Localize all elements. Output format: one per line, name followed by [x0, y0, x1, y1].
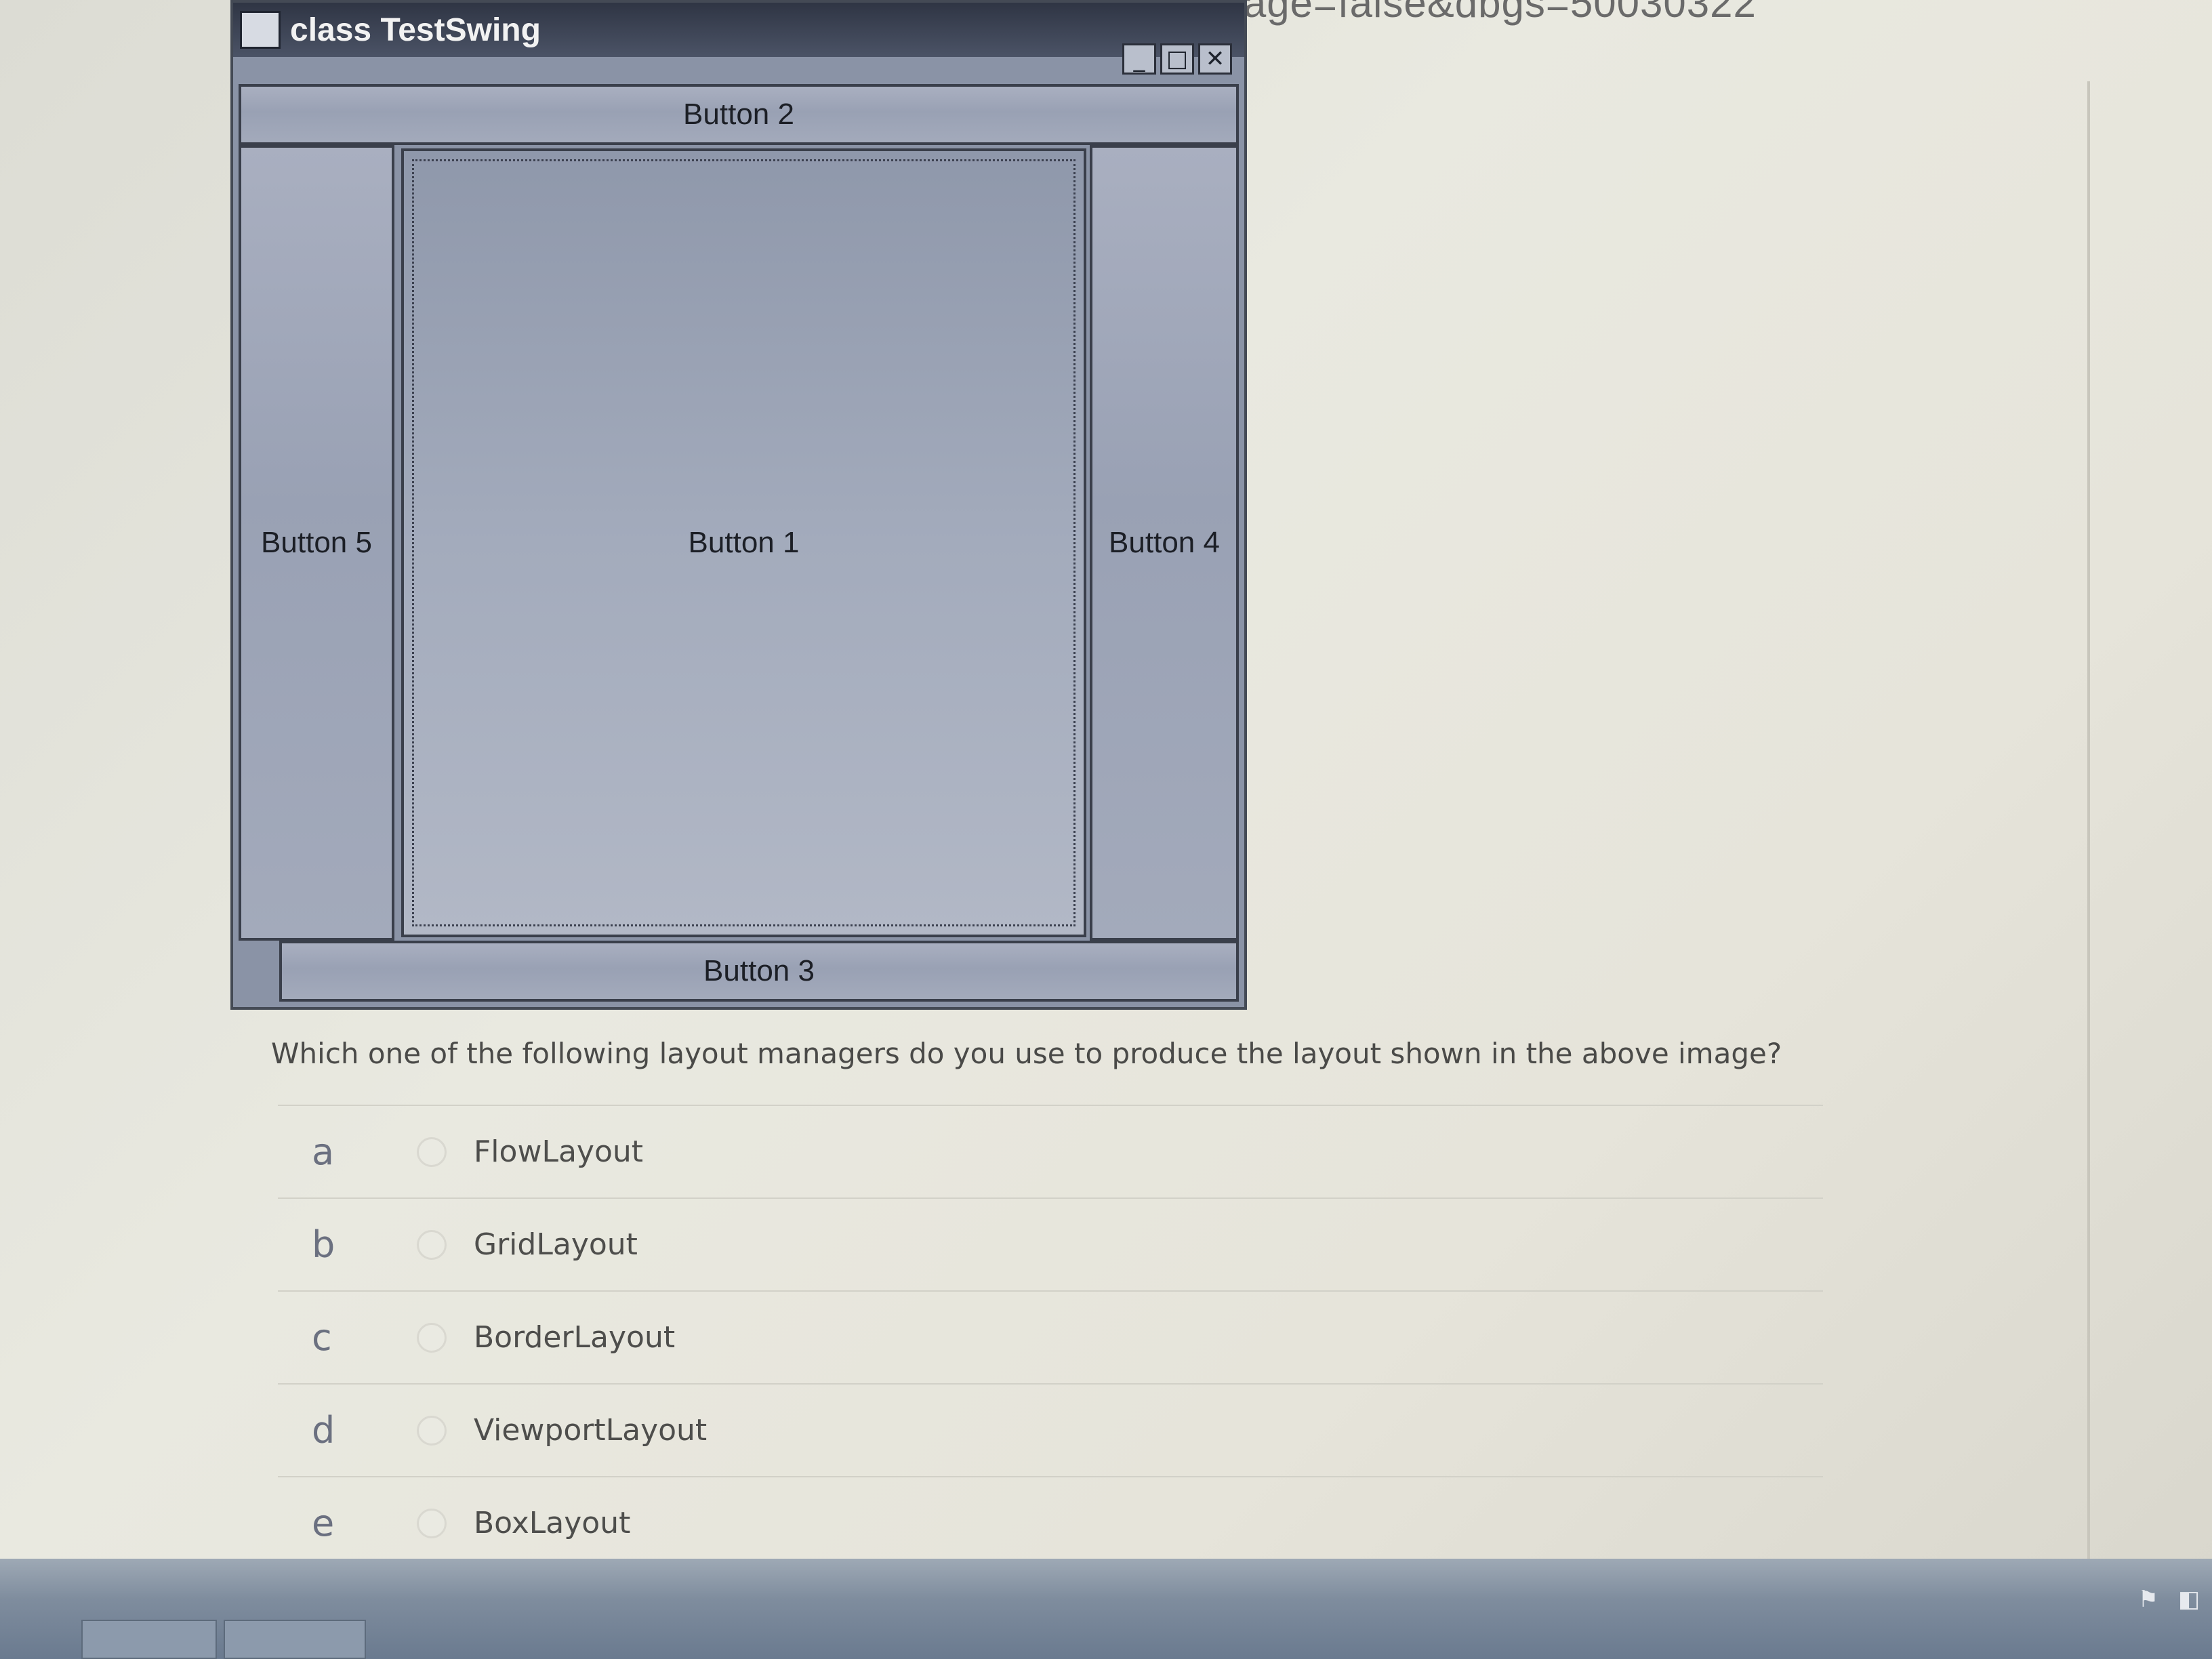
java-coffee-icon	[240, 11, 281, 49]
answer-options: a FlowLayout b GridLayout c BorderLayout…	[278, 1105, 1823, 1569]
close-button[interactable]: ✕	[1198, 43, 1232, 75]
content-pane: Button 2 Button 5 Button 1 Button 4 Butt…	[239, 84, 1239, 1002]
option-letter: e	[312, 1502, 335, 1544]
button-5-west[interactable]: Button 5	[239, 145, 394, 941]
button-1-center[interactable]: Button 1	[401, 148, 1086, 937]
speaker-icon[interactable]: ◧	[2175, 1586, 2203, 1613]
option-row-a[interactable]: a FlowLayout	[278, 1105, 1823, 1197]
option-row-d[interactable]: d ViewportLayout	[278, 1383, 1823, 1476]
radio-button[interactable]	[417, 1322, 447, 1353]
option-label: BoxLayout	[474, 1506, 631, 1540]
button-1-label: Button 1	[688, 526, 800, 559]
button-2-north[interactable]: Button 2	[239, 84, 1239, 145]
swing-window: class TestSwing _ □ ✕ Button 2 Button 5 …	[230, 0, 1247, 1010]
option-label: GridLayout	[474, 1227, 638, 1262]
button-2-label: Button 2	[683, 98, 794, 131]
taskbar-window-item[interactable]	[224, 1620, 366, 1659]
option-row-b[interactable]: b GridLayout	[278, 1197, 1823, 1290]
window-title-bar: class TestSwing	[233, 3, 1244, 57]
option-letter: b	[312, 1223, 335, 1266]
flag-icon[interactable]: ⚑	[2135, 1586, 2162, 1613]
option-label: FlowLayout	[474, 1134, 644, 1169]
question-text: Which one of the following layout manage…	[271, 1037, 1782, 1070]
button-4-label: Button 4	[1109, 526, 1220, 559]
option-row-c[interactable]: c BorderLayout	[278, 1290, 1823, 1383]
option-label: ViewportLayout	[474, 1413, 708, 1448]
radio-button[interactable]	[417, 1136, 447, 1167]
taskbar-start-item[interactable]	[81, 1620, 217, 1659]
window-title: class TestSwing	[290, 12, 541, 48]
button-3-south[interactable]: Button 3	[279, 941, 1239, 1002]
maximize-button[interactable]: □	[1160, 43, 1194, 75]
radio-button[interactable]	[417, 1415, 447, 1446]
option-letter: d	[312, 1409, 335, 1452]
option-label: BorderLayout	[474, 1320, 676, 1355]
option-letter: a	[312, 1130, 335, 1173]
option-letter: c	[312, 1316, 332, 1359]
button-4-east[interactable]: Button 4	[1090, 145, 1239, 941]
option-row-e[interactable]: e BoxLayout	[278, 1476, 1823, 1569]
window-controls: _ □ ✕	[1122, 43, 1232, 75]
minimize-button[interactable]: _	[1122, 43, 1156, 75]
button-3-label: Button 3	[703, 954, 815, 987]
radio-button[interactable]	[417, 1508, 447, 1538]
os-taskbar: ⚑ ◧	[0, 1559, 2212, 1659]
button-5-label: Button 5	[261, 526, 372, 559]
radio-button[interactable]	[417, 1229, 447, 1260]
page-divider	[2087, 81, 2090, 1559]
